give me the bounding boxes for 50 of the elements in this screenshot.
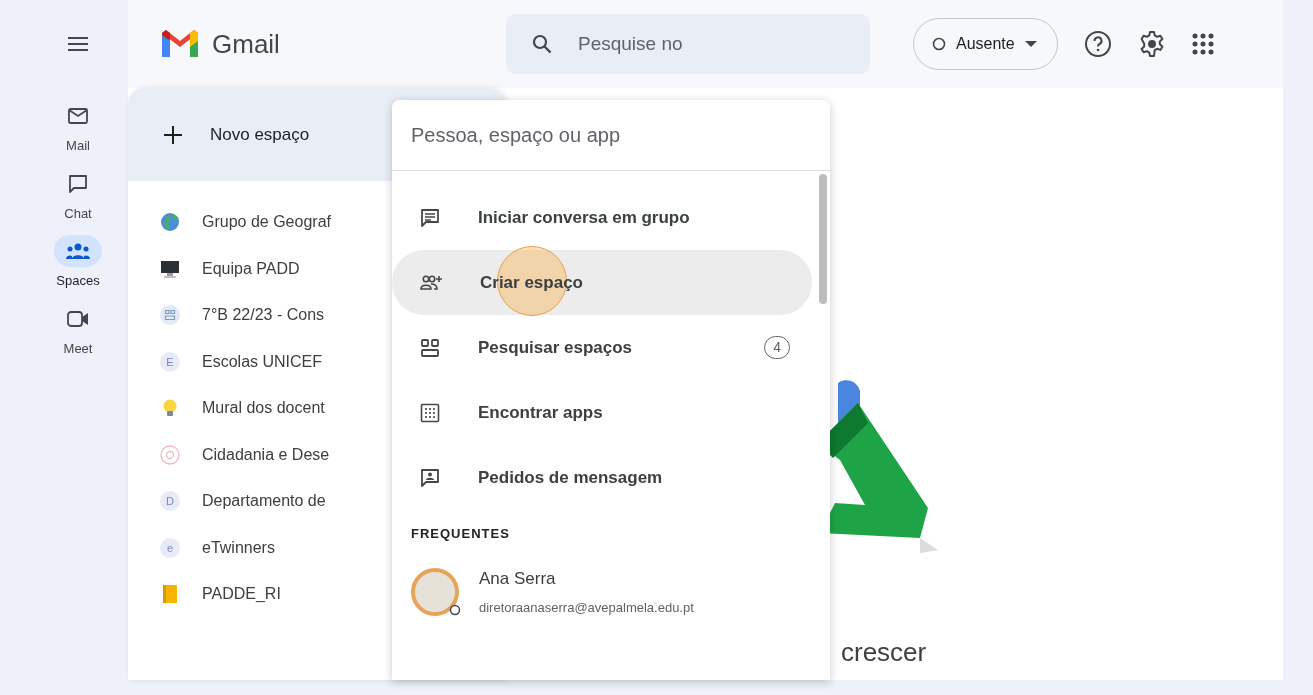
rail-item[interactable]: Chat: [54, 167, 102, 223]
caret-icon: [1024, 40, 1037, 48]
mail-icon: [68, 108, 88, 124]
status-dropdown[interactable]: Ausente: [913, 18, 1058, 70]
space-name[interactable]: 7°B 22/23 - Cons: [202, 303, 325, 328]
apps-icon: [420, 402, 440, 423]
video-camera-icon: [67, 310, 89, 327]
contact-email: diretoraanaserra@avepalmela.edu.pt: [479, 598, 694, 617]
caption-text: crescer: [841, 636, 927, 669]
contact-name[interactable]: Ana Serra: [479, 566, 694, 592]
space-name[interactable]: Equipa PADD: [202, 256, 300, 281]
chat-icon: [68, 173, 88, 194]
menu-item[interactable]: Encontrar apps: [392, 380, 812, 445]
status-ring-icon: [932, 37, 946, 51]
space-name[interactable]: Mural dos docent: [202, 396, 325, 421]
gmail-logo-icon[interactable]: [160, 29, 200, 59]
menu-icon[interactable]: [68, 37, 88, 51]
add-people-icon: [420, 274, 442, 291]
space-name[interactable]: eTwinners: [202, 535, 275, 560]
menu-item[interactable]: Pesquisar espaços 4: [392, 315, 812, 380]
menu-item[interactable]: Pedidos de mensagem: [392, 445, 812, 510]
plus-icon: [164, 125, 182, 144]
search-field[interactable]: Pesquise no: [506, 14, 870, 74]
space-avatar: e: [160, 537, 180, 558]
monitor-icon: [160, 258, 180, 279]
flower-icon: [160, 444, 180, 465]
apps-grid-icon[interactable]: [1191, 33, 1214, 55]
space-name[interactable]: Cidadania e Dese: [202, 442, 330, 467]
space-avatar: D: [160, 491, 180, 512]
search-field[interactable]: Pessoa, espaço ou app: [392, 100, 830, 171]
scrollbar-thumb[interactable]: [819, 174, 827, 304]
status-ring-icon: [449, 603, 461, 616]
notebook-icon: [160, 584, 180, 605]
space-name[interactable]: Departamento de: [202, 489, 326, 514]
menu-item[interactable]: Iniciar conversa em grupo: [392, 185, 812, 250]
help-icon[interactable]: [1083, 30, 1112, 58]
section-title: FREQUENTES: [410, 525, 511, 543]
rail-item[interactable]: Meet: [54, 302, 102, 358]
app-name: Gmail: [212, 27, 280, 61]
globe-icon: [160, 212, 180, 233]
space-name[interactable]: Grupo de Geograf: [202, 210, 331, 235]
space-name[interactable]: Escolas UNICEF: [202, 349, 323, 374]
space-name[interactable]: PADDE_RI: [202, 582, 281, 607]
rail-item[interactable]: Mail: [54, 100, 102, 156]
space-avatar: E: [160, 351, 180, 372]
message-icon: [420, 207, 440, 228]
grid-icon: [160, 305, 180, 326]
spaces-icon: [420, 337, 440, 358]
message-request-icon: [420, 467, 440, 488]
people-icon: [66, 243, 90, 259]
